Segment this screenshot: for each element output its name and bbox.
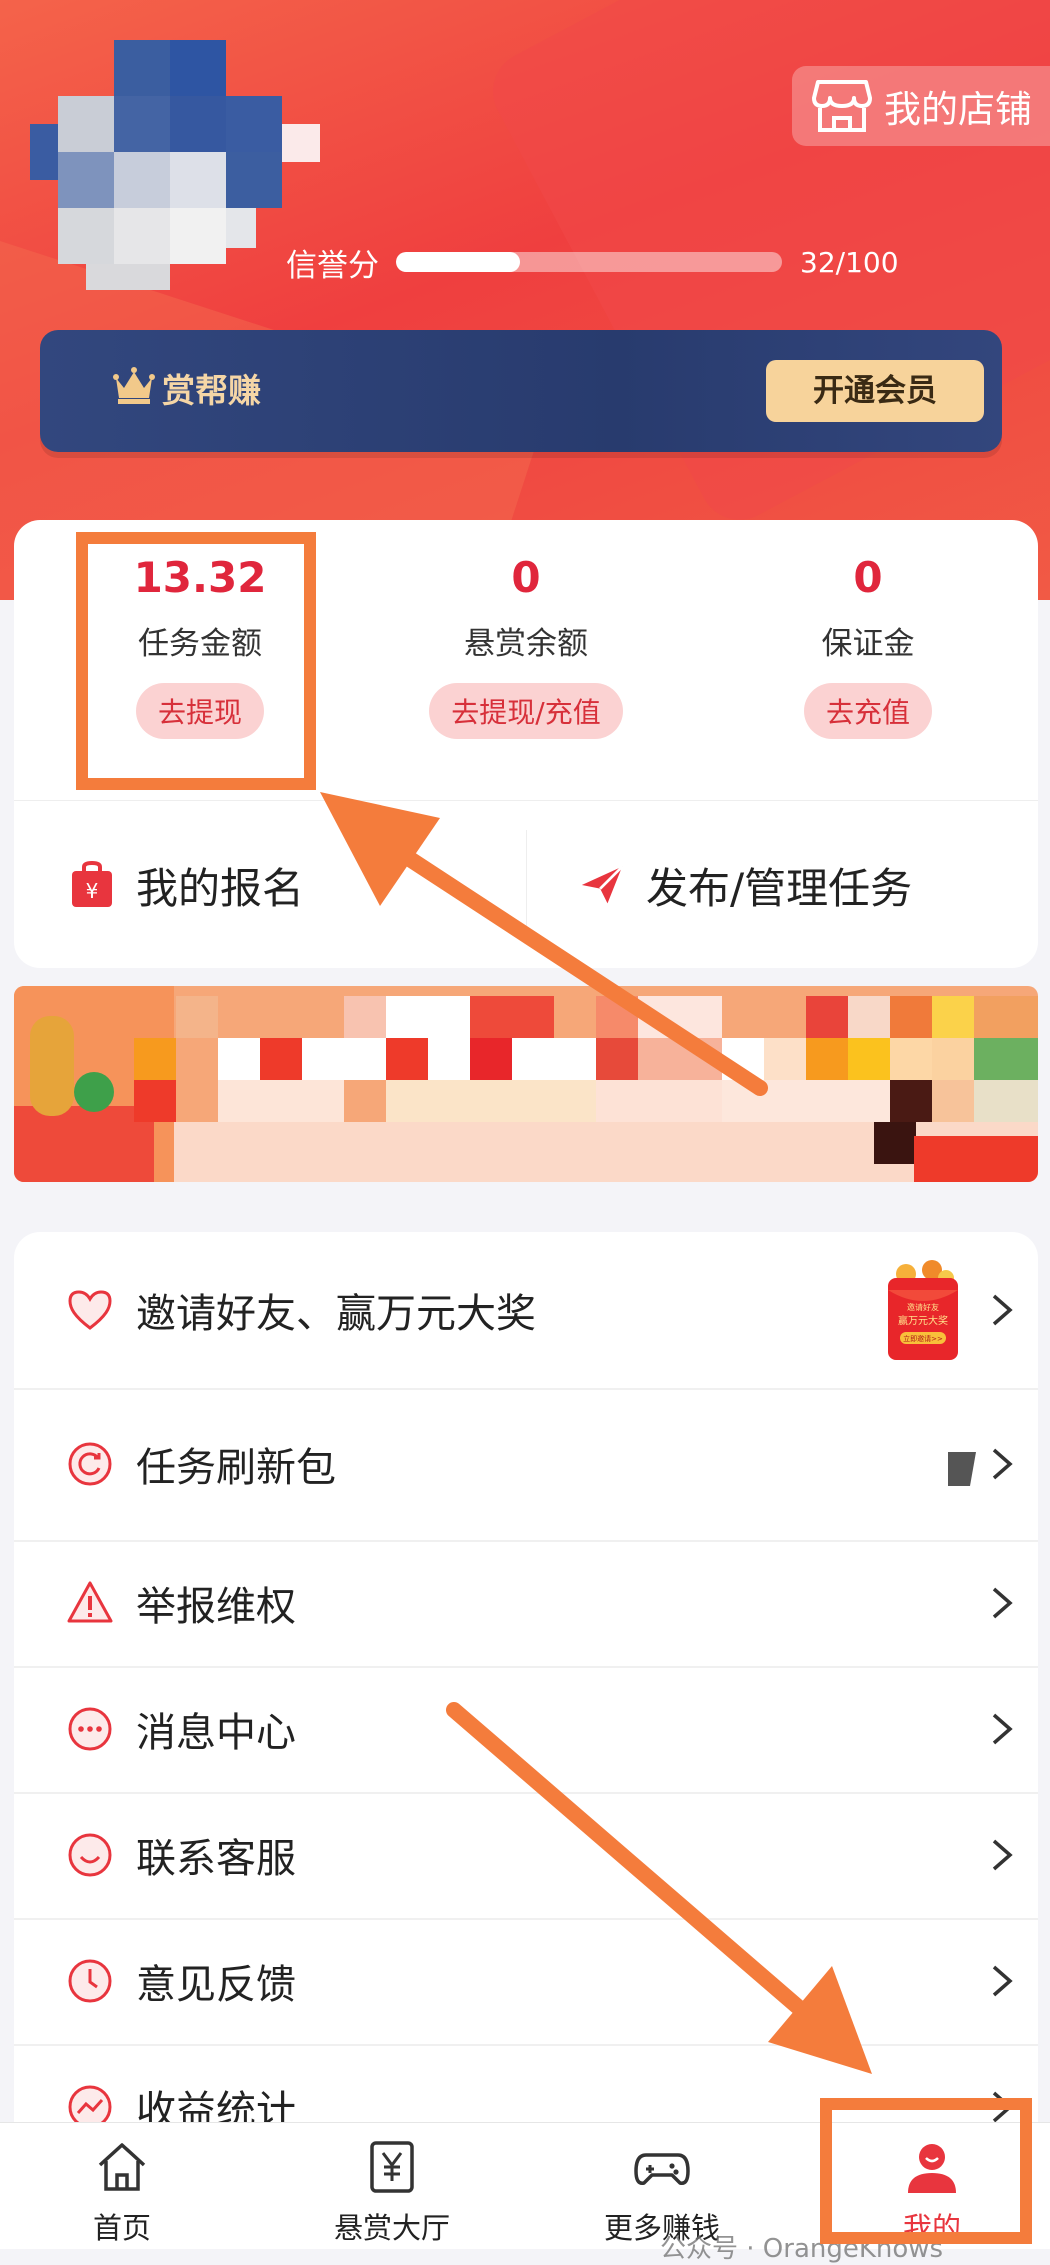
paper-plane-icon bbox=[581, 865, 624, 904]
recharge-button[interactable]: 去充值 bbox=[803, 683, 932, 739]
task-amount-value: 13.32 bbox=[133, 553, 267, 602]
promo-line-1: 邀请好友 bbox=[907, 1302, 939, 1312]
menu-item-invite[interactable]: 邀请好友、赢万元大奖 邀请好友 赢万元大奖 立即邀请>> bbox=[14, 1232, 1038, 1390]
yuan-icon bbox=[370, 2141, 414, 2193]
promo-line-3: 立即邀请>> bbox=[903, 1334, 943, 1343]
deposit-stat: 0 保证金 去充值 bbox=[718, 550, 1018, 739]
refresh-icon bbox=[68, 1442, 112, 1486]
chevron-right-icon bbox=[992, 1587, 1013, 1619]
svg-text:¥: ¥ bbox=[86, 879, 99, 903]
credit-progress-bar bbox=[396, 252, 782, 272]
warning-icon bbox=[67, 1581, 113, 1623]
tab-label: 首页 bbox=[92, 2211, 151, 2245]
my-signup-button[interactable]: ¥ 我的报名 bbox=[70, 850, 304, 920]
menu-item-feedback[interactable]: 意见反馈 bbox=[14, 1918, 1038, 2046]
withdraw-button[interactable]: 去提现 bbox=[135, 683, 264, 739]
promo-line-2: 赢万元大奖 bbox=[898, 1314, 948, 1327]
deposit-value: 0 bbox=[853, 553, 883, 602]
chevron-right-icon bbox=[992, 1448, 1013, 1480]
user-icon bbox=[908, 2144, 956, 2193]
open-vip-button[interactable]: 开通会员 bbox=[766, 360, 984, 422]
menu-item-label: 邀请好友、赢万元大奖 bbox=[136, 1291, 536, 1337]
divider bbox=[14, 800, 1038, 801]
gamepad-icon bbox=[634, 2153, 690, 2185]
watermark: 公众号 · OrangeKnows bbox=[660, 2234, 944, 2264]
heart-icon bbox=[68, 1290, 112, 1330]
message-icon bbox=[68, 1707, 112, 1751]
menu-item-label: 举报维权 bbox=[136, 1584, 296, 1630]
tab-home[interactable]: 首页 bbox=[32, 2139, 212, 2247]
task-amount-label: 任务金额 bbox=[138, 626, 262, 662]
promo-banner[interactable] bbox=[14, 986, 1038, 1182]
menu-item-label: 意见反馈 bbox=[136, 1962, 296, 2008]
task-amount-stat: 13.32 任务金额 去提现 bbox=[50, 550, 350, 739]
chevron-right-icon bbox=[992, 1839, 1013, 1871]
crown-icon bbox=[113, 367, 155, 404]
credit-progress-fill bbox=[396, 252, 520, 272]
withdraw-recharge-button[interactable]: 去提现/充值 bbox=[429, 683, 623, 739]
my-store-button[interactable]: 我的店铺 bbox=[792, 66, 1050, 146]
my-signup-label: 我的报名 bbox=[136, 863, 305, 913]
divider bbox=[526, 830, 527, 940]
credit-label: 信誉分 bbox=[286, 247, 379, 284]
chevron-right-icon bbox=[992, 1713, 1013, 1745]
tab-reward-hall[interactable]: 悬赏大厅 bbox=[302, 2139, 482, 2247]
chevron-right-icon bbox=[992, 1294, 1013, 1326]
shopping-bag-icon: ¥ bbox=[72, 861, 112, 907]
reward-balance-value: 0 bbox=[511, 553, 541, 602]
badge-icon bbox=[948, 1452, 976, 1486]
chevron-right-icon bbox=[992, 1965, 1013, 1997]
home-icon bbox=[98, 2143, 146, 2191]
chevron-right-icon bbox=[992, 2091, 1013, 2123]
menu-item-refresh-pack[interactable]: 任务刷新包 bbox=[14, 1388, 1038, 1542]
menu-item-label: 联系客服 bbox=[136, 1836, 296, 1882]
menu-list: 邀请好友、赢万元大奖 邀请好友 赢万元大奖 立即邀请>> 任务刷新包 举报维权 bbox=[14, 1232, 1038, 2248]
publish-manage-button[interactable]: 发布/管理任务 bbox=[580, 850, 912, 920]
avatar[interactable] bbox=[30, 40, 320, 290]
reward-balance-label: 悬赏余额 bbox=[464, 626, 588, 662]
red-envelope-icon: 邀请好友 赢万元大奖 立即邀请>> bbox=[888, 1260, 958, 1360]
deposit-label: 保证金 bbox=[821, 626, 915, 662]
reward-balance-stat: 0 悬赏余额 去提现/充值 bbox=[376, 550, 676, 739]
vip-name: 赏帮赚 bbox=[162, 371, 261, 410]
menu-item-messages[interactable]: 消息中心 bbox=[14, 1666, 1038, 1794]
clock-icon bbox=[68, 1959, 112, 2003]
credit-score: 信誉分 32/100 bbox=[286, 240, 899, 284]
balance-card: 13.32 任务金额 去提现 0 悬赏余额 去提现/充值 0 保证金 去充值 ¥… bbox=[14, 520, 1038, 968]
store-icon bbox=[812, 80, 872, 132]
menu-item-label: 任务刷新包 bbox=[136, 1445, 336, 1491]
menu-item-report[interactable]: 举报维权 bbox=[14, 1540, 1038, 1668]
vip-banner[interactable]: 赏帮赚 开通会员 bbox=[40, 330, 1002, 452]
menu-item-customer-service[interactable]: 联系客服 bbox=[14, 1792, 1038, 1920]
menu-item-label: 消息中心 bbox=[136, 1710, 296, 1756]
customer-service-icon bbox=[68, 1833, 112, 1877]
my-store-label: 我的店铺 bbox=[884, 88, 1032, 131]
credit-value: 32/100 bbox=[800, 245, 899, 279]
tab-label: 悬赏大厅 bbox=[333, 2211, 450, 2245]
publish-manage-label: 发布/管理任务 bbox=[646, 863, 913, 913]
